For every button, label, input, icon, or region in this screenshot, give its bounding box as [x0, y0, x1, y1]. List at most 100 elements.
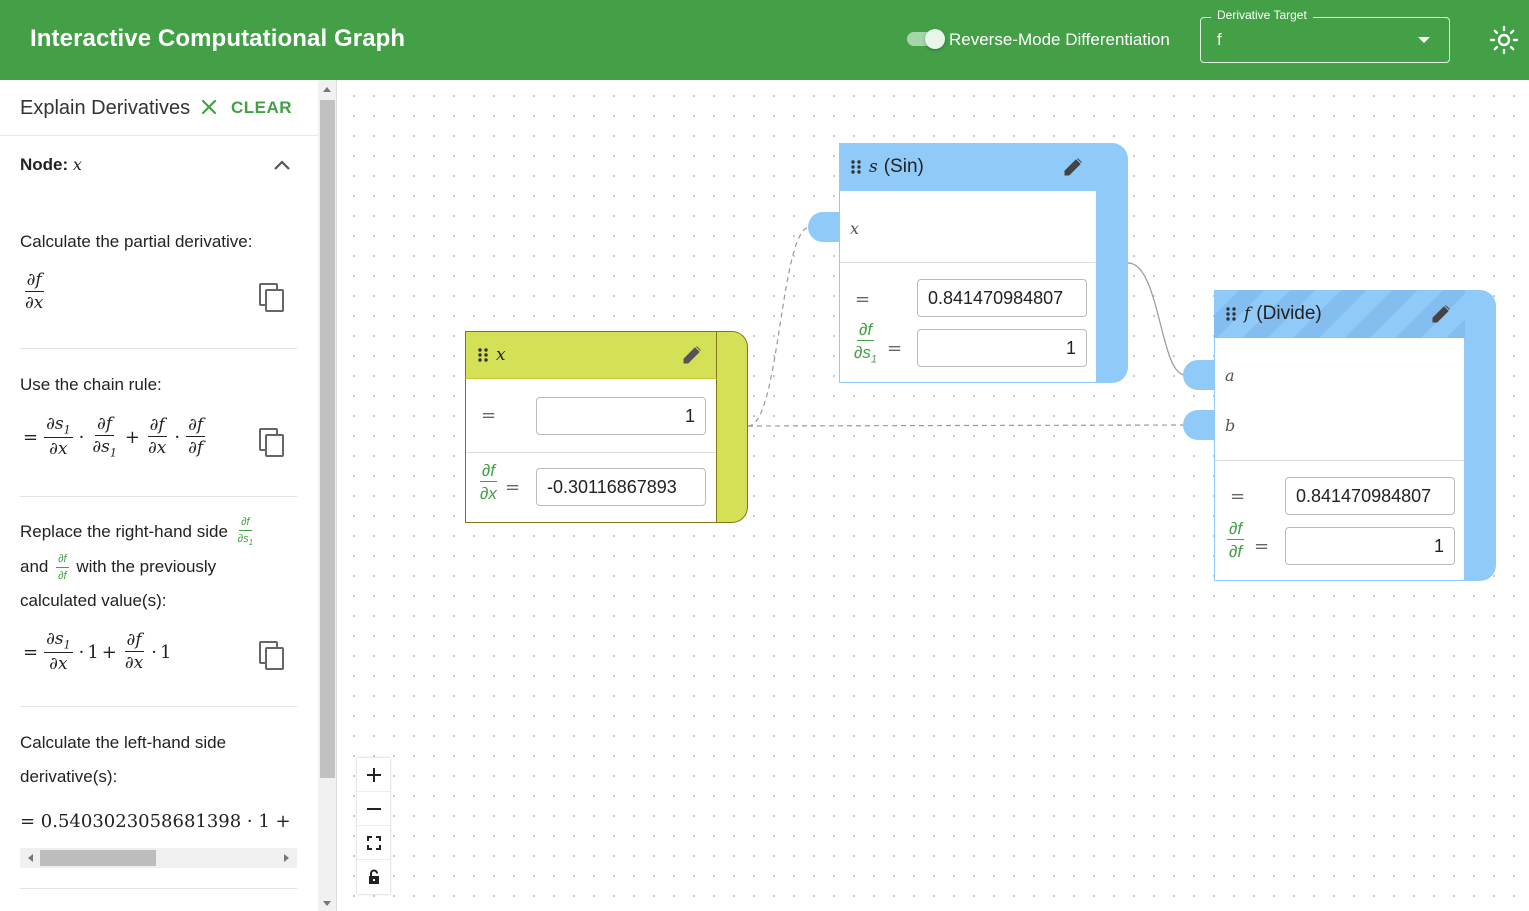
pencil-icon[interactable]	[1430, 303, 1452, 325]
math-ds: ∂s	[46, 414, 64, 434]
sidebar-scrollbar[interactable]	[318, 80, 337, 911]
step-text: Calculate the left-hand side derivative(…	[20, 733, 227, 786]
fraction-num: ∂s1	[44, 629, 73, 654]
toggle-knob[interactable]	[925, 29, 945, 49]
equals-sign: =	[1230, 486, 1246, 507]
equals-sign: =	[855, 289, 871, 310]
derivative-output[interactable]: 1	[1285, 527, 1455, 565]
math-expression: = ∂s1 ∂x · ∂f ∂s1 + ∂f ∂x · ∂f ∂f	[20, 416, 208, 458]
panel-title: Explain Derivatives	[20, 97, 191, 119]
scroll-down-icon[interactable]	[323, 901, 331, 906]
node-x[interactable]: x = 1 ∂f ∂x = -0.30116867893	[465, 331, 748, 523]
node-op: (Divide)	[1256, 303, 1322, 324]
equals-sign: =	[1254, 536, 1270, 557]
zoom-in-button[interactable]	[357, 758, 390, 792]
chevron-up-icon[interactable]	[272, 158, 292, 172]
fraction-den: ∂x	[124, 653, 144, 674]
fraction-num: ∂s1	[44, 414, 73, 439]
drag-handle-icon[interactable]	[851, 160, 861, 174]
pencil-icon[interactable]	[681, 344, 703, 366]
fraction: ∂f ∂s1	[236, 517, 255, 547]
derivative-target-value[interactable]: f	[1217, 30, 1222, 50]
fraction: ∂f ∂s1	[852, 321, 879, 365]
copy-icon[interactable]	[258, 427, 286, 459]
fraction-num: ∂f	[186, 415, 206, 438]
derivative-label: ∂f ∂x	[475, 462, 502, 502]
math-ds: ∂s	[46, 629, 64, 649]
reverse-mode-label[interactable]: Reverse-Mode Differentiation	[949, 30, 1170, 50]
value-output[interactable]: 0.841470984807	[1285, 477, 1455, 515]
close-icon[interactable]	[198, 96, 220, 118]
copy-icon[interactable]	[258, 282, 286, 314]
equals-sign: =	[481, 405, 497, 426]
fraction-num: ∂f	[95, 414, 115, 436]
equals-sign: =	[887, 338, 903, 359]
zoom-out-button[interactable]	[357, 792, 390, 826]
fraction: ∂f ∂f	[56, 553, 69, 582]
fraction-den: ∂f	[58, 569, 67, 582]
math-one: 1	[160, 641, 172, 663]
step-text: Replace the right-hand side ∂f ∂s1	[20, 515, 280, 549]
fraction: ∂s1 ∂x	[44, 416, 73, 458]
fraction-den: ∂s1	[854, 343, 878, 366]
scroll-right-icon[interactable]	[284, 854, 289, 862]
fraction-den: ∂x	[147, 438, 167, 459]
fit-view-icon	[366, 835, 381, 850]
fraction-num: ∂f	[479, 461, 498, 482]
fraction: ∂f ∂f	[1227, 520, 1245, 560]
fraction-den: ∂s1	[237, 533, 254, 548]
node-header[interactable]: x	[465, 331, 717, 379]
lock-button[interactable]	[357, 860, 390, 894]
math-plus: +	[101, 641, 117, 663]
derivative-target-select[interactable]	[1200, 17, 1450, 63]
input-port-a[interactable]	[1183, 360, 1215, 390]
horizontal-scrollbar[interactable]	[20, 848, 297, 868]
node-label-text: Node:	[20, 155, 69, 174]
value-output[interactable]: 0.841470984807	[917, 279, 1087, 317]
derivative-output[interactable]: 1	[917, 329, 1087, 367]
fraction: ∂f ∂x	[123, 632, 145, 672]
derivative-target-legend: Derivative Target	[1211, 8, 1313, 22]
app-header: Interactive Computational Graph Reverse-…	[0, 0, 1529, 80]
divider	[20, 706, 297, 707]
node-header[interactable]: s (Sin)	[839, 143, 1097, 191]
value-input[interactable]: 1	[536, 397, 706, 435]
fraction: ∂f ∂s1	[90, 414, 119, 459]
drag-handle-icon[interactable]	[1226, 307, 1236, 321]
drag-handle-icon[interactable]	[478, 348, 488, 362]
node-name: x	[72, 155, 82, 174]
scroll-thumb[interactable]	[40, 850, 156, 866]
fit-view-button[interactable]	[357, 826, 390, 860]
node-sin[interactable]: s (Sin) x = 0.841470984807 ∂f ∂s1 = 1	[839, 143, 1128, 383]
clear-button[interactable]: CLEAR	[231, 98, 292, 118]
derivative-label: ∂f ∂f	[1224, 520, 1247, 560]
derivative-output[interactable]: -0.30116867893	[536, 468, 706, 506]
sun-icon[interactable]	[1488, 24, 1520, 56]
divider	[20, 348, 297, 349]
scroll-up-icon[interactable]	[323, 87, 331, 92]
fraction-num: ∂f	[147, 415, 167, 438]
fraction: ∂f ∂f	[186, 415, 206, 457]
math-dot: ·	[78, 641, 85, 663]
step-text-b: and	[20, 557, 49, 576]
scroll-thumb[interactable]	[320, 100, 335, 778]
scroll-left-icon[interactable]	[28, 854, 33, 862]
copy-icon[interactable]	[258, 640, 286, 672]
caret-down-icon[interactable]	[1418, 37, 1430, 43]
math-dot: ·	[174, 426, 181, 448]
math-plus: +	[124, 426, 140, 448]
node-symbol: s	[869, 157, 878, 177]
input-port-b[interactable]	[1183, 410, 1215, 440]
math-ds: ∂s	[92, 437, 110, 457]
fraction-num: ∂f	[239, 517, 252, 532]
node-header[interactable]: f (Divide)	[1214, 290, 1465, 338]
node-heading[interactable]: Node: x	[20, 155, 82, 175]
input-port-x[interactable]	[808, 212, 840, 242]
derivative-label: ∂f ∂s1	[849, 321, 882, 365]
divider	[466, 452, 716, 453]
node-divide[interactable]: f (Divide) a b = 0.841470984807 ∂f ∂f = 1	[1214, 290, 1496, 581]
pencil-icon[interactable]	[1062, 156, 1084, 178]
reverse-mode-toggle[interactable]	[907, 29, 945, 49]
math-eq: =	[23, 426, 39, 448]
math-expression: = ∂s1 ∂x · 1 + ∂f ∂x · 1	[20, 631, 171, 673]
